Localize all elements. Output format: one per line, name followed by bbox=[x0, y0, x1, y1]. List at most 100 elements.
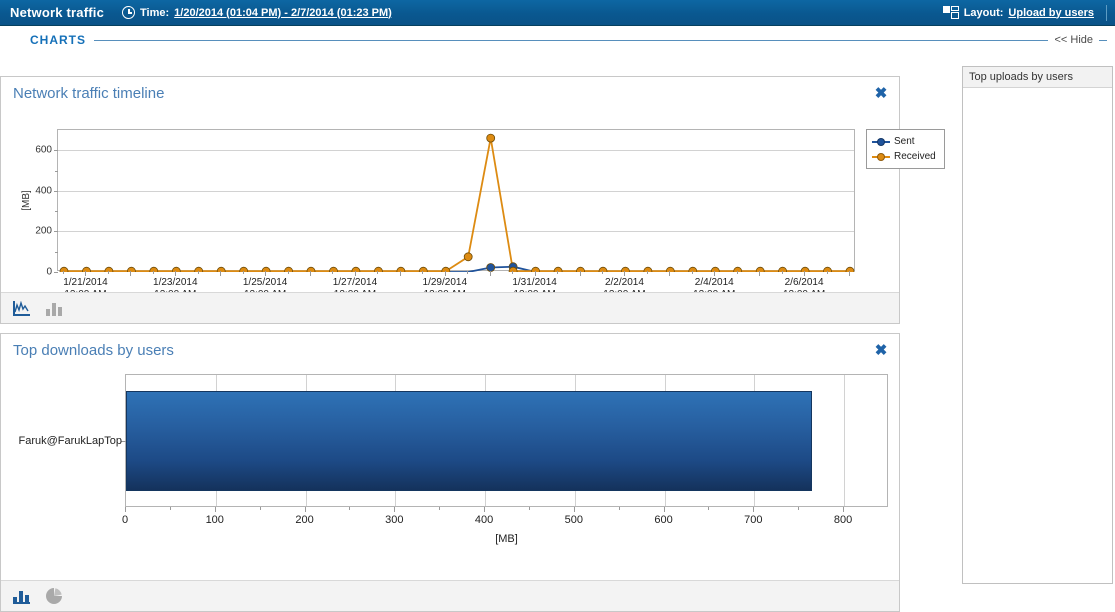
x-axis-minor-tick bbox=[259, 507, 261, 510]
time-filter-label: Time: bbox=[140, 6, 170, 19]
timeline-panel-title: Network traffic timeline bbox=[13, 85, 165, 102]
x-axis-tick bbox=[843, 507, 845, 512]
time-range-link[interactable]: 1/20/2014 (01:04 PM) - 2/7/2014 (01:23 P… bbox=[174, 7, 392, 19]
x-axis-tick-label: 200 bbox=[295, 514, 314, 526]
x-axis-tick bbox=[669, 271, 671, 276]
y-axis-tick-label: 0 bbox=[46, 266, 52, 278]
x-axis-tick bbox=[287, 271, 289, 274]
downloads-bar[interactable] bbox=[126, 391, 812, 491]
x-axis-tick bbox=[753, 507, 755, 512]
x-axis-tick-label: 100 bbox=[205, 514, 224, 526]
y-axis-tick-label: 600 bbox=[35, 144, 52, 156]
downloads-panel-toolbar bbox=[1, 580, 899, 611]
x-axis-tick-label: 800 bbox=[833, 514, 853, 526]
x-axis-tick-label: 300 bbox=[385, 514, 404, 526]
timeline-legend: Sent Received bbox=[866, 129, 945, 169]
timeline-series-canvas bbox=[59, 133, 855, 272]
legend-label: Received bbox=[894, 151, 936, 162]
x-axis-tick bbox=[759, 271, 761, 276]
dashboard-body: Network traffic timeline ✖ [MB] 0 200 400 6… bbox=[0, 54, 1115, 612]
x-axis-tick bbox=[601, 271, 603, 274]
x-axis-tick-label: 0 bbox=[121, 514, 129, 526]
x-axis-tick bbox=[130, 271, 132, 276]
x-axis-tick bbox=[63, 271, 64, 274]
application-header: Network traffic Time: 1/20/2014 (01:04 P… bbox=[0, 0, 1115, 26]
time-filter[interactable]: Time: 1/20/2014 (01:04 PM) - 2/7/2014 (0… bbox=[122, 6, 392, 19]
x-axis-minor-tick bbox=[618, 507, 620, 510]
x-axis-minor-tick bbox=[169, 507, 171, 510]
x-axis-tick bbox=[849, 271, 850, 276]
x-axis-tick bbox=[781, 271, 783, 274]
x-axis-tick bbox=[399, 271, 401, 276]
x-axis-tick bbox=[444, 271, 446, 276]
x-axis-tick bbox=[332, 271, 334, 274]
x-axis-tick bbox=[512, 271, 514, 274]
legend-label: Sent bbox=[894, 136, 915, 147]
x-axis-tick bbox=[826, 271, 828, 274]
x-axis-tick-label: 600 bbox=[654, 514, 673, 526]
x-axis-tick bbox=[691, 271, 693, 274]
downloads-panel-title: Top downloads by users bbox=[13, 342, 174, 359]
x-axis-tick bbox=[107, 271, 109, 274]
x-axis-tick bbox=[624, 271, 626, 276]
line-chart-icon[interactable] bbox=[13, 300, 30, 316]
downloads-x-axis-title: [MB] bbox=[495, 533, 518, 545]
x-axis-minor-tick bbox=[528, 507, 530, 510]
series-line bbox=[64, 137, 850, 272]
panel-top-downloads-by-users: Top downloads by users ✖ Faruk@FarukLapT… bbox=[0, 333, 900, 612]
charts-section-title: CHARTS bbox=[30, 33, 86, 47]
x-axis-tick bbox=[242, 271, 244, 274]
x-axis-tick bbox=[152, 271, 154, 274]
bar-chart-icon[interactable] bbox=[13, 589, 30, 604]
legend-item[interactable]: Sent bbox=[872, 134, 939, 149]
layout-icon bbox=[942, 6, 959, 19]
section-rule bbox=[94, 39, 1049, 41]
x-axis-tick bbox=[197, 271, 199, 274]
x-axis-tick bbox=[714, 271, 716, 276]
hide-charts-link[interactable]: << Hide bbox=[1048, 34, 1099, 46]
close-icon[interactable]: ✖ bbox=[873, 86, 889, 102]
data-point-marker[interactable] bbox=[463, 252, 473, 262]
panel-top-uploads-by-users[interactable]: Top uploads by users bbox=[962, 66, 1113, 584]
x-axis-tick bbox=[579, 271, 581, 276]
layout-selector[interactable]: Layout: Upload by users bbox=[942, 6, 1094, 19]
x-axis-tick bbox=[310, 271, 312, 276]
x-axis-tick bbox=[646, 271, 648, 274]
panel-network-traffic-timeline: Network traffic timeline ✖ [MB] 0 200 400 6… bbox=[0, 76, 945, 324]
timeline-plot-area: 0 200 400 600 bbox=[35, 129, 855, 278]
x-axis-minor-tick bbox=[798, 507, 800, 510]
header-divider bbox=[1106, 4, 1107, 21]
x-axis-tick bbox=[736, 271, 738, 274]
y-axis-tick-label: 200 bbox=[35, 225, 52, 237]
downloads-category-label: Faruk@FarukLapTop bbox=[18, 434, 123, 447]
layout-value-link[interactable]: Upload by users bbox=[1008, 7, 1094, 19]
x-axis-minor-tick bbox=[349, 507, 351, 510]
x-axis-tick bbox=[354, 271, 356, 276]
bar-chart-icon[interactable] bbox=[46, 301, 63, 316]
x-axis-tick bbox=[484, 507, 486, 512]
section-rule-end bbox=[1099, 39, 1107, 41]
x-axis-tick bbox=[557, 271, 559, 274]
x-axis-tick bbox=[422, 271, 424, 274]
close-icon[interactable]: ✖ bbox=[873, 343, 889, 359]
legend-item[interactable]: Received bbox=[872, 149, 939, 164]
legend-swatch bbox=[872, 137, 890, 146]
page-title: Network traffic bbox=[10, 5, 105, 20]
x-axis-tick bbox=[265, 271, 267, 276]
uploads-panel-title: Top uploads by users bbox=[963, 67, 1112, 88]
charts-section-header: CHARTS << Hide bbox=[0, 26, 1115, 54]
x-axis-minor-tick bbox=[439, 507, 441, 510]
x-axis-tick bbox=[85, 271, 87, 276]
charts-column: Network traffic timeline ✖ [MB] 0 200 400 6… bbox=[0, 54, 958, 612]
downloads-plot-area: Faruk@FarukLapTop bbox=[19, 374, 888, 507]
uploads-column: Top uploads by users bbox=[962, 66, 1113, 584]
legend-marker-icon bbox=[877, 152, 885, 161]
x-axis-tick bbox=[175, 271, 177, 276]
x-axis-tick bbox=[489, 271, 491, 276]
gridline bbox=[844, 375, 846, 506]
clock-icon bbox=[122, 6, 136, 19]
pie-chart-icon[interactable] bbox=[46, 588, 62, 604]
x-axis-tick bbox=[377, 271, 379, 274]
data-point-marker[interactable] bbox=[486, 133, 496, 143]
x-axis-tick-label: 700 bbox=[744, 514, 763, 526]
